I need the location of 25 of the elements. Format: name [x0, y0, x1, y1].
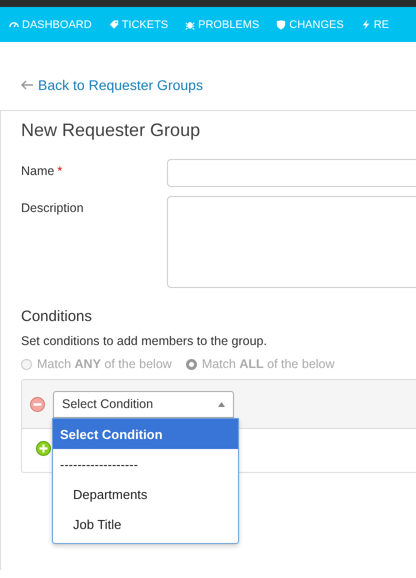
- radio-label: Match ANY of the below: [37, 357, 172, 371]
- lightning-icon: [360, 19, 371, 30]
- section-heading: Conditions: [21, 308, 93, 325]
- dropdown-option[interactable]: Departments: [53, 479, 238, 509]
- condition-select[interactable]: Select Condition: [53, 390, 234, 418]
- add-icon[interactable]: [36, 441, 51, 456]
- shield-icon: [276, 19, 286, 30]
- bug-icon: [185, 19, 196, 30]
- name-field[interactable]: [167, 159, 416, 187]
- tag-icon: [108, 19, 119, 30]
- conditions-hint: Set conditions to add members to the group.: [21, 334, 268, 348]
- back-link[interactable]: Back to Requester Groups: [38, 77, 203, 93]
- radio-label: Match ALL of the below: [202, 357, 335, 371]
- dropdown-option[interactable]: Job Title: [53, 509, 238, 539]
- field-label: Name: [21, 164, 54, 178]
- caret-icon: [218, 402, 225, 406]
- field-label: Description: [21, 201, 84, 215]
- dropdown-option[interactable]: ------------------: [53, 449, 238, 479]
- gauge-icon: [9, 19, 19, 30]
- required-mark: *: [57, 164, 62, 178]
- description-field[interactable]: [167, 196, 416, 288]
- back-arrow-icon: [21, 80, 34, 90]
- remove-icon[interactable]: [30, 396, 45, 412]
- page-title: New Requester Group: [21, 120, 202, 141]
- dropdown-option[interactable]: Select Condition: [53, 419, 238, 449]
